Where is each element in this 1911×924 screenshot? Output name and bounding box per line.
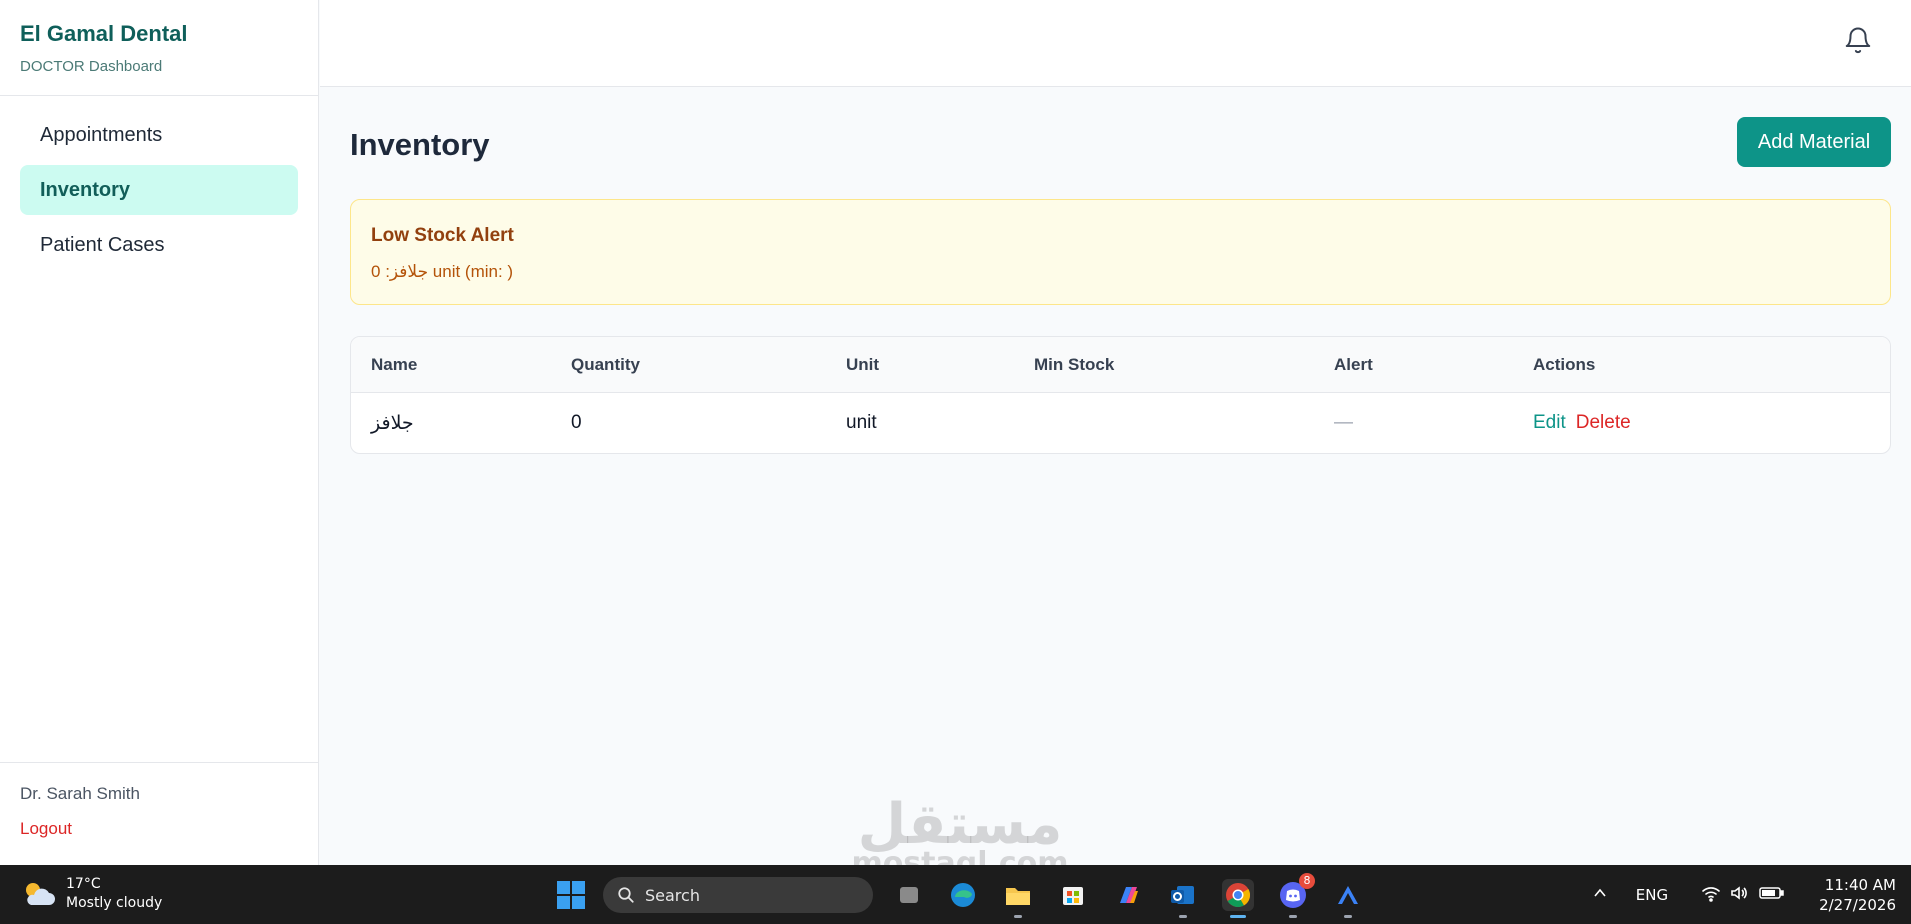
file-explorer-icon[interactable]: [1002, 879, 1034, 918]
top-bar: [320, 0, 1911, 87]
sidebar-item-patient-cases[interactable]: Patient Cases: [20, 220, 298, 270]
user-name: Dr. Sarah Smith: [20, 784, 140, 803]
cell-quantity: 0: [571, 412, 582, 433]
clock-date: 2/27/2026: [1819, 895, 1896, 914]
alert-title: Low Stock Alert: [371, 225, 514, 246]
task-view-icon[interactable]: [893, 879, 925, 911]
cell-actions: Edit Delete: [1533, 412, 1890, 434]
cell-unit: unit: [846, 412, 877, 433]
battery-icon[interactable]: [1759, 885, 1785, 905]
header-alert: Alert: [1334, 354, 1373, 374]
running-indicator: [1014, 915, 1022, 918]
main-content: Inventory Add Material Low Stock Alert ج…: [350, 87, 1891, 454]
add-material-button[interactable]: Add Material: [1737, 117, 1891, 167]
sidebar-item-inventory[interactable]: Inventory: [20, 165, 298, 215]
brand: El Gamal Dental DOCTOR Dashboard: [0, 0, 318, 96]
store-icon[interactable]: [1057, 879, 1089, 911]
sidebar-footer: Dr. Sarah Smith Logout: [0, 762, 318, 865]
running-indicator: [1230, 915, 1246, 918]
weather-text: 17°C Mostly cloudy: [66, 875, 162, 913]
cell-name: جلافز: [371, 412, 414, 434]
taskbar-search[interactable]: Search: [603, 877, 873, 913]
arc-app-icon[interactable]: [1332, 879, 1364, 918]
running-indicator: [1344, 915, 1352, 918]
cloud-icon: [26, 883, 55, 905]
notification-badge: 8: [1299, 873, 1315, 889]
chevron-up-icon[interactable]: [1592, 885, 1608, 905]
weather-temp: 17°C: [66, 876, 101, 892]
cell-alert: —: [1334, 412, 1353, 433]
header-unit: Unit: [846, 354, 880, 374]
alert-item: جلافز: 0 unit (min: ): [371, 262, 514, 281]
search-label: Search: [645, 885, 700, 905]
windows-start-icon[interactable]: [556, 880, 586, 910]
sidebar-nav: Appointments Inventory Patient Cases: [0, 96, 318, 270]
clock[interactable]: 11:40 AM 2/27/2026: [1819, 875, 1896, 915]
volume-icon[interactable]: [1729, 884, 1749, 906]
discord-icon[interactable]: 8: [1277, 873, 1315, 918]
clock-time: 11:40 AM: [1824, 875, 1896, 894]
table-header: Name Quantity Unit Min Stock Alert Actio…: [351, 337, 1890, 393]
taskbar: 17°C Mostly cloudy Search 8 ENG 11:40 AM…: [0, 865, 1911, 924]
header-name: Name: [371, 354, 418, 374]
logout-link[interactable]: Logout: [20, 818, 298, 840]
wifi-icon[interactable]: [1701, 884, 1721, 906]
weather-desc: Mostly cloudy: [66, 895, 163, 911]
header-actions: Actions: [1533, 354, 1596, 374]
brand-title: El Gamal Dental: [20, 21, 188, 46]
sidebar-item-appointments[interactable]: Appointments: [20, 110, 298, 160]
search-icon: [618, 887, 634, 903]
table-row: جلافز 0 unit — Edit Delete: [351, 393, 1890, 453]
edit-button[interactable]: Edit: [1533, 412, 1566, 434]
weather-widget[interactable]: 17°C Mostly cloudy: [22, 875, 162, 913]
running-indicator: [1289, 915, 1297, 918]
bell-icon[interactable]: [1843, 26, 1873, 56]
language-indicator[interactable]: ENG: [1636, 886, 1668, 904]
sidebar: El Gamal Dental DOCTOR Dashboard Appoint…: [0, 0, 319, 865]
copilot-icon[interactable]: [1112, 879, 1144, 911]
header-min-stock: Min Stock: [1034, 354, 1115, 374]
low-stock-alert: Low Stock Alert جلافز: 0 unit (min: ): [350, 199, 1891, 305]
header-quantity: Quantity: [571, 354, 640, 374]
delete-button[interactable]: Delete: [1576, 412, 1631, 434]
watermark-arabic: مستقل: [857, 792, 1063, 857]
inventory-table: Name Quantity Unit Min Stock Alert Actio…: [350, 336, 1891, 454]
system-tray: ENG 11:40 AM 2/27/2026: [1592, 865, 1911, 924]
page-title: Inventory: [350, 127, 490, 162]
outlook-icon[interactable]: [1167, 879, 1199, 918]
edge-icon[interactable]: [947, 879, 979, 911]
chrome-icon[interactable]: [1222, 879, 1254, 918]
brand-subtitle: DOCTOR Dashboard: [20, 58, 163, 75]
page-header: Inventory Add Material: [350, 87, 1891, 199]
running-indicator: [1179, 915, 1187, 918]
